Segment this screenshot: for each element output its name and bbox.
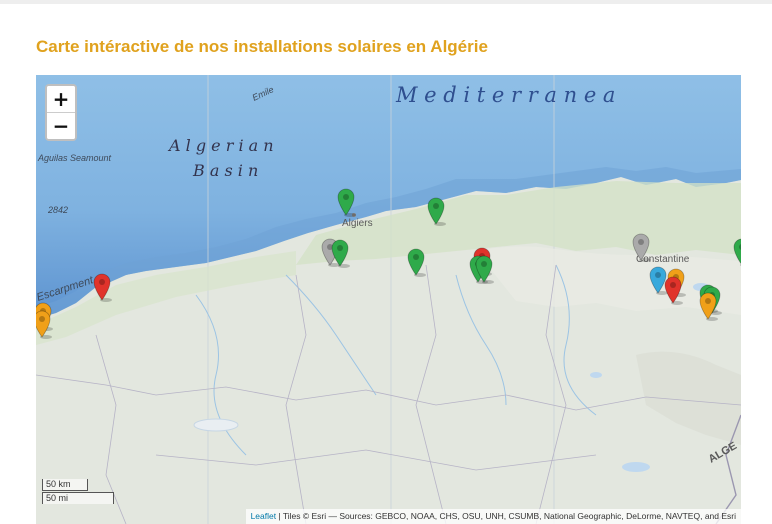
basin-label-1: A l g e r i a n [167,136,274,155]
scale-km: 50 km [42,479,88,491]
map-tiles[interactable]: M e d i t e r r a n e a A l g e r i a n … [36,75,741,524]
city-label-algiers: Algiers [342,218,373,229]
zoom-out-button[interactable]: − [47,112,75,139]
sea-label: M e d i t e r r a n e a [395,83,615,107]
attribution-text: | Tiles © Esri — Sources: GEBCO, NOAA, C… [276,511,736,521]
basin-label-2: B a s i n [192,161,258,180]
leaflet-link[interactable]: Leaflet [251,511,277,521]
scale-mi: 50 mi [42,492,114,504]
top-divider [0,0,772,4]
seamount-label: Aguilas Seamount [37,153,112,163]
chott-lake [622,462,650,472]
zoom-control: + − [45,84,77,141]
chott-lake [193,418,239,432]
page-title: Carte intéractive de nos installations s… [36,37,488,56]
interactive-map[interactable]: M e d i t e r r a n e a A l g e r i a n … [36,75,741,524]
lake [590,372,602,378]
scale-bar: 50 km 50 mi [42,479,114,504]
zoom-in-button[interactable]: + [47,86,75,112]
depth-label: 2842 [47,205,68,215]
map-attribution: Leaflet | Tiles © Esri — Sources: GEBCO,… [245,509,741,524]
